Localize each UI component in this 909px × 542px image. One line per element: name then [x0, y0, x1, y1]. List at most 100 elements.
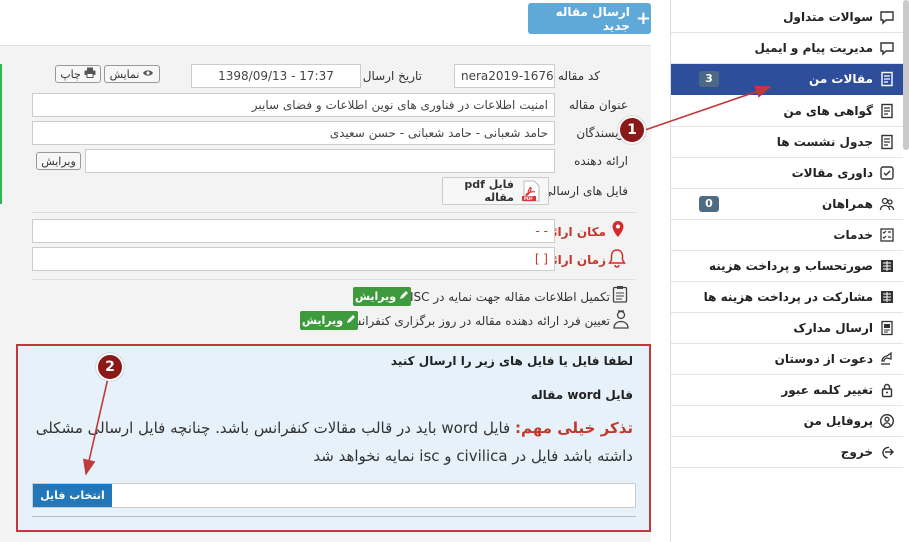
- sidebar-item-label: مدیریت پیام و ایمیل: [754, 41, 873, 55]
- presenter-day-edit-button[interactable]: ویرایش: [300, 311, 358, 330]
- pencil-icon: [346, 314, 356, 327]
- date-field: 1398/09/13 - 17:37: [191, 64, 361, 88]
- checklist-icon: [879, 227, 895, 243]
- callout-one: 1: [618, 116, 646, 144]
- sidebar-item-label: داوری مقالات: [791, 166, 873, 180]
- sidebar-item-label: جدول نشست ها: [776, 135, 873, 149]
- sidebar-item-shared-payment[interactable]: مشارکت در پرداخت هزینه ها: [671, 282, 903, 313]
- sidebar-item-change-password[interactable]: تغییر کلمه عبور: [671, 375, 903, 406]
- lock-icon: [879, 382, 895, 398]
- new-article-button[interactable]: + ارسال مقاله جدید: [528, 3, 651, 34]
- sidebar-item-services[interactable]: خدمات: [671, 220, 903, 251]
- edit-label: ویرایش: [41, 154, 76, 168]
- files-label: فایل های ارسالی: [542, 184, 628, 198]
- pdf-file-label: فایل pdf مقاله: [464, 178, 514, 204]
- title-label: عنوان مقاله: [568, 98, 628, 112]
- pdf-badge: PDF: [524, 196, 533, 201]
- show-label: نمایش: [109, 67, 140, 81]
- bell-icon: [608, 248, 626, 271]
- sidebar-item-my-articles[interactable]: مقالات من 3: [671, 64, 903, 95]
- new-article-label: ارسال مقاله جدید: [555, 4, 630, 33]
- divider: [32, 212, 635, 213]
- chat-icon: [879, 9, 895, 25]
- sidebar-item-invite[interactable]: دعوت از دوستان: [671, 344, 903, 375]
- review-icon: [879, 165, 895, 181]
- isc-edit-button[interactable]: ویرایش: [353, 287, 411, 306]
- print-label: چاپ: [60, 67, 81, 81]
- sidebar-item-certificates[interactable]: گواهی های من: [671, 96, 903, 127]
- sidebar-item-label: همراهان: [821, 197, 873, 211]
- count-badge: 0: [699, 196, 719, 212]
- plus-icon: +: [635, 7, 651, 29]
- sidebar-item-invoice[interactable]: صورتحساب و پرداخت هزینه: [671, 251, 903, 282]
- sidebar-item-label: خروج: [840, 445, 873, 459]
- sidebar-item-profile[interactable]: پروفایل من: [671, 406, 903, 437]
- invoice-icon: [879, 258, 895, 274]
- divider: [32, 516, 636, 517]
- clipboard-icon: [612, 285, 628, 306]
- sidebar-item-label: سوالات متداول: [783, 10, 873, 24]
- edit-presenter-button[interactable]: ویرایش: [36, 152, 81, 170]
- sidebar-scrollbar[interactable]: [903, 0, 909, 150]
- pdf-icon: PDF: [520, 180, 542, 202]
- print-button[interactable]: چاپ: [55, 65, 101, 83]
- code-field: nera2019-1676: [454, 64, 555, 88]
- profile-icon: [879, 413, 895, 429]
- document-icon: [879, 103, 895, 119]
- sidebar-item-label: خدمات: [833, 228, 873, 242]
- sidebar-item-label: صورتحساب و پرداخت هزینه: [708, 259, 873, 273]
- document-icon: [879, 71, 895, 87]
- title-field: امنیت اطلاعات در فناوری های نوین اطلاعات…: [32, 93, 555, 117]
- page: سوالات متداول مدیریت پیام و ایمیل مقالات…: [0, 0, 909, 542]
- sidebar-item-label: مشارکت در پرداخت هزینه ها: [703, 290, 873, 304]
- sidebar-item-faq[interactable]: سوالات متداول: [671, 2, 903, 33]
- presenter-field: [85, 149, 555, 173]
- invite-icon: [879, 351, 895, 367]
- location-pin-icon: [611, 220, 625, 241]
- sidebar-item-label: گواهی های من: [783, 104, 873, 118]
- isc-text: تکمیل اطلاعات مقاله جهت نمایه در ISC: [409, 290, 610, 304]
- people-icon: [879, 196, 895, 212]
- upload-doc-icon: [879, 320, 895, 336]
- chat-icon: [879, 40, 895, 56]
- presenter-day-edit-label: ویرایش: [301, 314, 344, 327]
- sidebar-item-companions[interactable]: همراهان 0: [671, 189, 903, 220]
- warning-label: تذکر خیلی مهم:: [515, 419, 633, 437]
- code-label: کد مقاله: [557, 69, 600, 83]
- presenter-user-icon: [612, 309, 630, 332]
- pencil-icon: [399, 290, 409, 303]
- show-button[interactable]: نمایش: [104, 65, 160, 83]
- upload-title: لطفا فایل یا فایل های زیر را ارسال کنید: [390, 354, 633, 368]
- printer-icon: [84, 67, 96, 81]
- count-badge: 3: [699, 71, 719, 87]
- presenter-label: ارائه دهنده: [574, 154, 628, 168]
- divider: [32, 279, 635, 280]
- eye-icon: [142, 68, 154, 81]
- upload-file-type: فایل word مقاله: [530, 388, 633, 402]
- sidebar-item-label: تغییر کلمه عبور: [781, 383, 873, 397]
- sidebar-item-send-docs[interactable]: ارسال مدارک: [671, 313, 903, 344]
- place-field: - -: [32, 219, 555, 243]
- document-icon: [879, 134, 895, 150]
- date-label: تاریخ ارسال: [362, 69, 422, 83]
- sidebar-item-label: ارسال مدارک: [793, 321, 873, 335]
- status-indicator-bar: [0, 64, 2, 204]
- sidebar-item-sessions[interactable]: جدول نشست ها: [671, 127, 903, 158]
- time-field: [ ]: [32, 247, 555, 271]
- isc-edit-label: ویرایش: [354, 290, 397, 303]
- file-input[interactable]: انتخاب فایل: [32, 483, 636, 508]
- invoice-icon: [879, 289, 895, 305]
- presenter-day-text: تعیین فرد ارائه دهنده مقاله در روز برگزا…: [346, 314, 610, 328]
- upload-warning: تذکر خیلی مهم: فایل word باید در قالب مق…: [33, 414, 633, 470]
- sidebar-item-logout[interactable]: خروج: [671, 437, 903, 468]
- sidebar-item-review[interactable]: داوری مقالات: [671, 158, 903, 189]
- authors-field: حامد شعبانی - حامد شعبانی - حسن سعیدی: [32, 121, 555, 145]
- top-toolbar: + ارسال مقاله جدید: [0, 0, 662, 45]
- sidebar: سوالات متداول مدیریت پیام و ایمیل مقالات…: [670, 0, 909, 542]
- sidebar-item-label: دعوت از دوستان: [774, 352, 873, 366]
- callout-two: 2: [96, 353, 124, 381]
- choose-file-button[interactable]: انتخاب فایل: [33, 484, 112, 507]
- pdf-file-link[interactable]: PDF فایل pdf مقاله: [442, 177, 549, 205]
- sidebar-item-messages[interactable]: مدیریت پیام و ایمیل: [671, 33, 903, 64]
- logout-icon: [879, 444, 895, 460]
